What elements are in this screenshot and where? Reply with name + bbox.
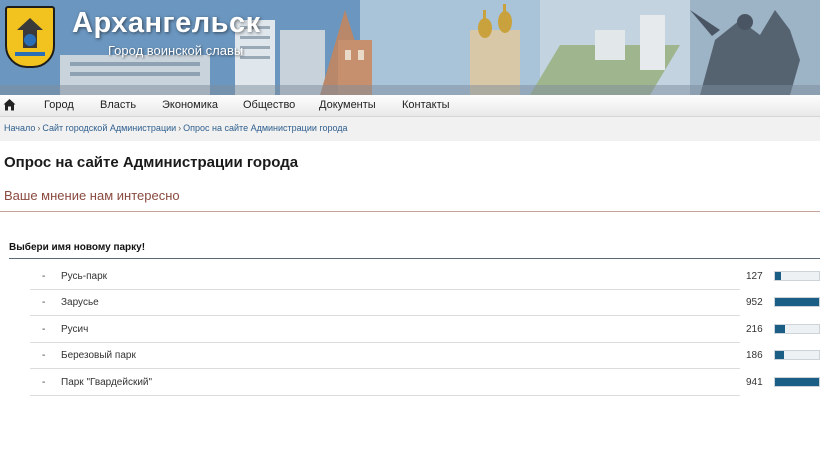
main-nav: Город Власть Экономика Общество Документ… [0, 95, 820, 117]
option-result-bar [774, 324, 820, 334]
option-dash: - [42, 377, 46, 388]
poll-option: - Зарусье 952 [30, 290, 820, 316]
row-divider [30, 395, 740, 396]
site-subtitle: Город воинской славы [108, 43, 244, 58]
row-divider [30, 368, 740, 369]
poll-option: - Березовый парк 186 [30, 343, 820, 369]
option-label: Русич [61, 324, 89, 335]
coat-of-arms-icon [5, 6, 55, 68]
nav-item-documents[interactable]: Документы [319, 99, 376, 111]
option-label: Березовый парк [61, 350, 136, 361]
option-dash: - [42, 324, 46, 335]
divider [9, 258, 820, 259]
breadcrumb-administration-link[interactable]: Сайт городской Администрации [42, 123, 176, 133]
option-result-bar-fill [775, 272, 781, 280]
breadcrumb-home-link[interactable]: Начало [4, 123, 35, 133]
breadcrumb-current-page-link[interactable]: Опрос на сайте Администрации города [183, 123, 347, 133]
option-result-bar-fill [775, 351, 784, 359]
option-dash: - [42, 350, 46, 361]
page-subtitle: Ваше мнение нам интересно [4, 188, 180, 203]
option-label: Парк "Гвардейский" [61, 377, 153, 388]
option-label: Зарусье [61, 297, 99, 308]
breadcrumb-separator: › [37, 123, 41, 133]
breadcrumb-separator: › [178, 123, 182, 133]
poll-option: - Русь-парк 127 [30, 264, 820, 290]
option-result-bar [774, 350, 820, 360]
row-divider [30, 315, 740, 316]
option-vote-count: 216 [746, 324, 763, 335]
option-result-bar-fill [775, 298, 819, 306]
nav-item-city[interactable]: Город [44, 99, 74, 111]
nav-item-contacts[interactable]: Контакты [402, 99, 450, 111]
nav-item-power[interactable]: Власть [100, 99, 136, 111]
option-dash: - [42, 297, 46, 308]
nav-item-society[interactable]: Общество [243, 99, 295, 111]
option-vote-count: 952 [746, 297, 763, 308]
option-result-bar [774, 377, 820, 387]
divider [0, 211, 820, 212]
header-banner: Архангельск Город воинской славы [0, 0, 820, 95]
option-vote-count: 186 [746, 350, 763, 361]
option-label: Русь-парк [61, 271, 108, 282]
option-vote-count: 127 [746, 271, 763, 282]
breadcrumb: Начало › Сайт городской Администрации › Опро… [4, 123, 348, 133]
poll-option: - Русич 216 [30, 317, 820, 343]
option-result-bar-fill [775, 378, 819, 386]
poll-option: - Парк "Гвардейский" 941 [30, 370, 820, 396]
option-result-bar [774, 271, 820, 281]
breadcrumb-bar: Начало › Сайт городской Администрации › Опро… [0, 117, 820, 141]
home-icon[interactable] [3, 98, 16, 112]
option-result-bar-fill [775, 325, 786, 333]
option-result-bar [774, 297, 820, 307]
option-vote-count: 941 [746, 377, 763, 388]
poll-question: Выбери имя новому парку! [9, 242, 146, 253]
site-title[interactable]: Архангельск [72, 7, 261, 40]
nav-item-economy[interactable]: Экономика [162, 99, 218, 111]
page-title: Опрос на сайте Администрации города [4, 154, 299, 171]
option-dash: - [42, 271, 46, 282]
